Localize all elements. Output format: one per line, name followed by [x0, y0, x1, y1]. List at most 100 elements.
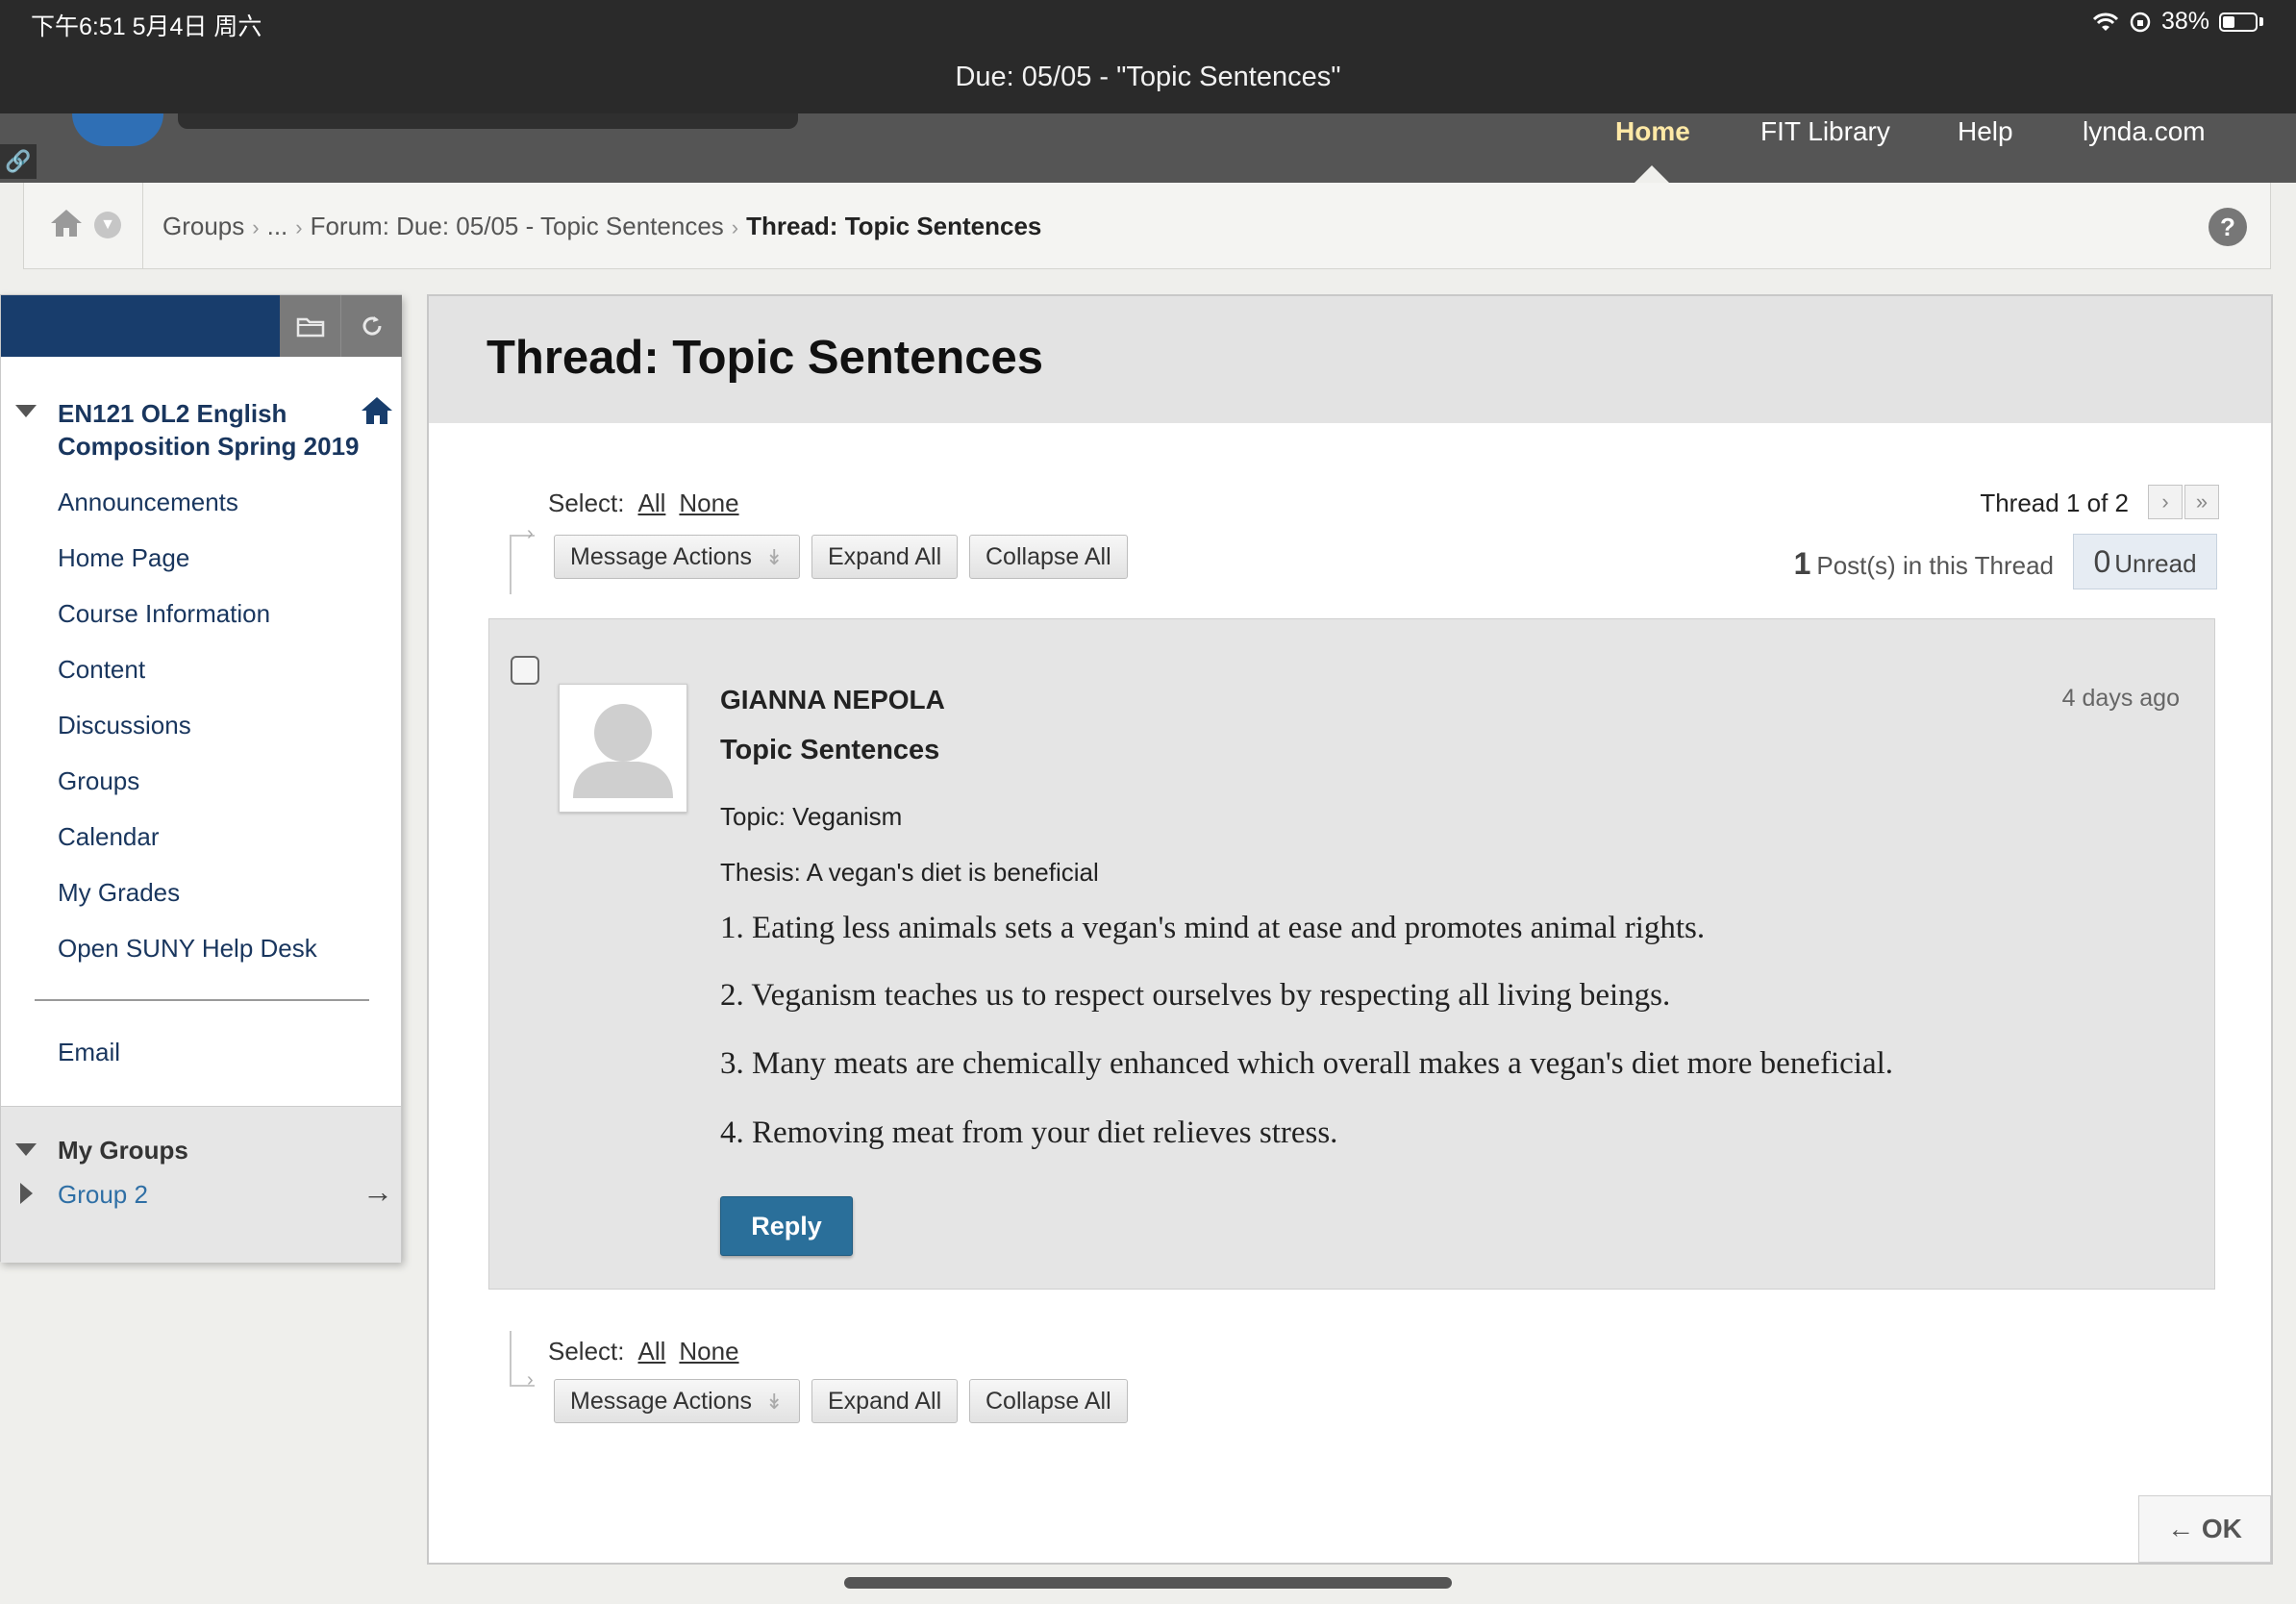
- chevron-right-icon: ›: [295, 215, 303, 239]
- select-label: Select:: [548, 489, 625, 517]
- status-time: 下午6:51 5月4日 周六: [31, 13, 262, 40]
- course-menu: EN121 OL2 English Composition Spring 201…: [0, 294, 402, 1263]
- caret-down-icon[interactable]: [15, 1143, 37, 1156]
- post-topic: Topic: Veganism: [720, 802, 903, 831]
- double-chevron-down-icon: ↡: [765, 1390, 784, 1414]
- link-icon[interactable]: 🔗: [0, 144, 37, 179]
- select-none-link[interactable]: None: [679, 1337, 738, 1366]
- page-title: Thread: Topic Sentences: [487, 332, 1044, 384]
- ok-label: OK: [2201, 1514, 2242, 1543]
- breadcrumb-ellipsis[interactable]: ...: [267, 212, 288, 240]
- caret-down-icon[interactable]: [15, 405, 37, 417]
- orientation-lock-icon: [2130, 12, 2151, 32]
- home-indicator[interactable]: [844, 1577, 1452, 1589]
- home-icon[interactable]: [49, 206, 84, 240]
- my-groups-section: My Groups Group 2 →: [1, 1106, 401, 1263]
- status-indicators: 38%: [2092, 8, 2263, 36]
- tab-lynda[interactable]: lynda.com: [2083, 116, 2206, 147]
- folder-view-icon[interactable]: [280, 295, 341, 357]
- next-thread-icon[interactable]: ›: [2148, 485, 2183, 519]
- battery-icon: [2219, 12, 2258, 32]
- message-actions-button[interactable]: Message Actions ↡: [554, 1379, 800, 1423]
- thread-position: Thread 1 of 2: [1980, 489, 2129, 517]
- menu-item-groups[interactable]: Groups: [58, 766, 139, 796]
- post-line-3: 3. Many meats are chemically enhanced wh…: [720, 1046, 1894, 1081]
- double-chevron-down-icon: ↡: [765, 545, 784, 569]
- arrow-right-icon: ›: [527, 523, 534, 544]
- post-line-2: 2. Veganism teaches us to respect oursel…: [720, 978, 1671, 1013]
- post-line-1: 1. Eating less animals sets a vegan's mi…: [720, 911, 1706, 945]
- post-timestamp: 4 days ago: [2061, 685, 2180, 712]
- expand-all-button[interactable]: Expand All: [811, 1379, 959, 1423]
- group-link[interactable]: Group 2: [58, 1180, 148, 1210]
- course-menu-tools: [280, 295, 402, 357]
- arrow-left-icon: ←: [2167, 1514, 2195, 1543]
- chevron-down-icon[interactable]: ▼: [94, 212, 121, 238]
- message-actions-label: Message Actions: [570, 1388, 752, 1415]
- post: GIANNA NEPOLA 4 days ago Topic Sentences…: [488, 618, 2215, 1290]
- post-subject: Topic Sentences: [720, 735, 940, 765]
- post-author[interactable]: GIANNA NEPOLA: [720, 685, 945, 715]
- breadcrumb-home: ▼: [24, 183, 143, 268]
- tab-help[interactable]: Help: [1958, 116, 2013, 147]
- menu-item-announcements[interactable]: Announcements: [58, 488, 238, 517]
- breadcrumb-current: Thread: Topic Sentences: [746, 212, 1042, 240]
- post-thesis: Thesis: A vegan's diet is beneficial: [720, 858, 1099, 887]
- arrow-right-icon[interactable]: →: [362, 1174, 393, 1210]
- battery-tip: [2259, 17, 2263, 26]
- course-title[interactable]: EN121 OL2 English Composition Spring 201…: [58, 397, 375, 463]
- posts-count-label: Post(s) in this Thread: [1816, 551, 2054, 580]
- menu-item-email[interactable]: Email: [58, 1038, 120, 1067]
- tab-fit-library[interactable]: FIT Library: [1760, 116, 1890, 147]
- reply-button[interactable]: Reply: [720, 1196, 853, 1256]
- breadcrumb-forum[interactable]: Forum: Due: 05/05 - Topic Sentences: [311, 212, 724, 240]
- chevron-right-icon: ›: [731, 215, 739, 239]
- help-icon[interactable]: ?: [2209, 208, 2247, 246]
- my-groups-title[interactable]: My Groups: [58, 1136, 188, 1165]
- avatar: [559, 684, 687, 813]
- select-label: Select:: [548, 1337, 625, 1366]
- select-row-bottom: Select: All None: [548, 1337, 739, 1366]
- post-line-4: 4. Removing meat from your diet relieves…: [720, 1115, 1338, 1150]
- message-actions-button[interactable]: Message Actions ↡: [554, 535, 800, 579]
- post-select-checkbox[interactable]: [511, 656, 539, 685]
- select-none-link[interactable]: None: [679, 489, 738, 517]
- select-row: Select: All None: [548, 489, 739, 518]
- unread-count-label: Unread: [2114, 549, 2197, 578]
- refresh-icon[interactable]: [341, 295, 402, 357]
- content-header: Thread: Topic Sentences: [429, 296, 2271, 423]
- thread-content: Thread: Topic Sentences › Select: All None…: [427, 294, 2273, 1565]
- menu-item-calendar[interactable]: Calendar: [58, 822, 160, 852]
- select-all-link[interactable]: All: [638, 1337, 666, 1366]
- unread-count[interactable]: 0 Unread: [2073, 534, 2217, 589]
- breadcrumb-trail: Groups ›... › Forum: Due: 05/05 - Topic Sen…: [162, 212, 1041, 241]
- ok-button[interactable]: ← OK: [2138, 1495, 2271, 1563]
- institution-logo-text: [178, 113, 798, 129]
- menu-item-help-desk[interactable]: Open SUNY Help Desk: [58, 934, 317, 964]
- breadcrumb: ▼ Groups ›... › Forum: Due: 05/05 - Topic S…: [23, 183, 2271, 269]
- status-bar: 下午6:51 5月4日 周六 38% Due: 05/05 - "Topic S…: [0, 0, 2296, 113]
- expand-all-button[interactable]: Expand All: [811, 535, 959, 579]
- menu-item-course-information[interactable]: Course Information: [58, 599, 270, 629]
- message-actions-label: Message Actions: [570, 543, 752, 570]
- menu-item-content[interactable]: Content: [58, 655, 145, 685]
- battery-percent: 38%: [2160, 8, 2209, 35]
- menu-item-home-page[interactable]: Home Page: [58, 543, 189, 573]
- course-menu-header: [1, 295, 280, 357]
- user-silhouette-icon: [573, 704, 673, 798]
- menu-item-my-grades[interactable]: My Grades: [58, 878, 180, 908]
- select-all-link[interactable]: All: [638, 489, 666, 517]
- breadcrumb-groups[interactable]: Groups: [162, 212, 244, 240]
- wifi-icon: [2092, 13, 2119, 31]
- posts-count: 1 Post(s) in this Thread: [1794, 546, 2054, 582]
- caret-right-icon[interactable]: [20, 1183, 33, 1204]
- tab-home[interactable]: Home: [1615, 116, 1690, 147]
- collapse-all-button[interactable]: Collapse All: [969, 535, 1128, 579]
- active-tab-indicator: [1635, 165, 1669, 183]
- last-thread-icon[interactable]: »: [2184, 485, 2219, 519]
- collapse-all-button[interactable]: Collapse All: [969, 1379, 1128, 1423]
- menu-item-discussions[interactable]: Discussions: [58, 711, 191, 740]
- chevron-right-icon: ›: [252, 215, 260, 239]
- course-home-icon[interactable]: [361, 395, 393, 426]
- unread-count-number: 0: [2093, 544, 2111, 579]
